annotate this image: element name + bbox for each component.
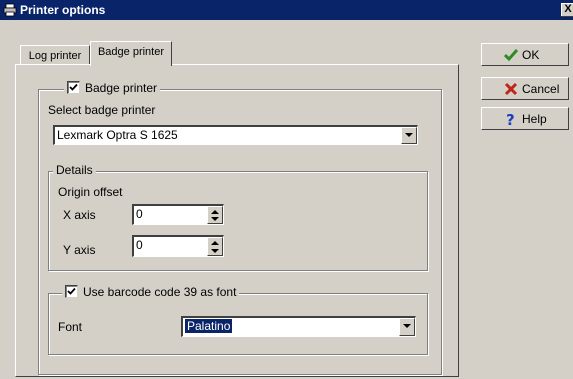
tab-badge-printer[interactable]: Badge printer: [90, 41, 172, 66]
badge-printer-dropdown-value: Lexmark Optra S 1625: [57, 128, 178, 142]
chevron-down-icon: [405, 133, 413, 137]
tab-panel-badge-printer: Badge printer Select badge printer Lexma…: [15, 64, 459, 377]
x-axis-value: 0: [136, 207, 143, 221]
badge-printer-checkbox-label: Badge printer: [85, 81, 158, 95]
y-axis-label: Y axis: [63, 243, 96, 257]
barcode-legend: Use barcode code 39 as font: [62, 285, 240, 299]
close-button[interactable]: X: [561, 3, 573, 17]
question-mark-icon: ?: [504, 111, 518, 129]
x-mark-icon: [504, 82, 518, 96]
tab-badge-printer-label: Badge printer: [97, 46, 165, 58]
svg-text:?: ?: [506, 112, 515, 126]
font-label: Font: [58, 320, 83, 334]
font-dropdown-value: Palatino: [185, 319, 233, 333]
help-button-label: Help: [522, 112, 547, 126]
y-axis-spin-buttons[interactable]: [207, 237, 223, 256]
chevron-down-icon: [403, 324, 411, 328]
cancel-button[interactable]: Cancel: [481, 77, 569, 100]
tab-log-printer-label: Log printer: [28, 50, 82, 62]
x-axis-label: X axis: [63, 208, 96, 222]
title-bar: Printer options X: [0, 0, 573, 20]
spin-up-icon: [211, 210, 219, 214]
spin-up-icon: [211, 241, 219, 245]
x-axis-spin-buttons[interactable]: [207, 206, 223, 224]
y-axis-spinner[interactable]: 0: [132, 235, 224, 257]
origin-offset-label: Origin offset: [58, 185, 123, 199]
badge-printer-checkbox[interactable]: [67, 81, 80, 94]
tab-log-printer[interactable]: Log printer: [20, 45, 90, 65]
details-legend: Details: [53, 163, 96, 177]
barcode-checkbox[interactable]: [65, 285, 78, 298]
badge-printer-dropdown-button[interactable]: [401, 127, 417, 144]
ok-button[interactable]: OK: [481, 43, 569, 66]
badge-printer-legend: Badge printer: [64, 81, 161, 95]
barcode-checkbox-label: Use barcode code 39 as font: [83, 285, 237, 299]
spin-down-icon: [211, 217, 219, 221]
cancel-button-label: Cancel: [522, 82, 560, 96]
font-dropdown-button[interactable]: [399, 318, 415, 336]
spin-down-icon: [211, 249, 219, 253]
select-badge-printer-label: Select badge printer: [48, 103, 156, 117]
checkmark-icon: [503, 48, 519, 62]
font-dropdown[interactable]: Palatino: [181, 316, 416, 337]
printer-icon: [3, 3, 17, 17]
checkmark-icon: [67, 287, 76, 295]
help-button[interactable]: ? Help: [481, 107, 569, 130]
y-axis-value: 0: [136, 238, 143, 252]
checkmark-icon: [69, 83, 78, 91]
badge-printer-dropdown[interactable]: Lexmark Optra S 1625: [53, 125, 418, 145]
x-axis-spinner[interactable]: 0: [132, 204, 224, 225]
ok-button-label: OK: [522, 48, 540, 62]
window-title: Printer options: [20, 3, 106, 17]
